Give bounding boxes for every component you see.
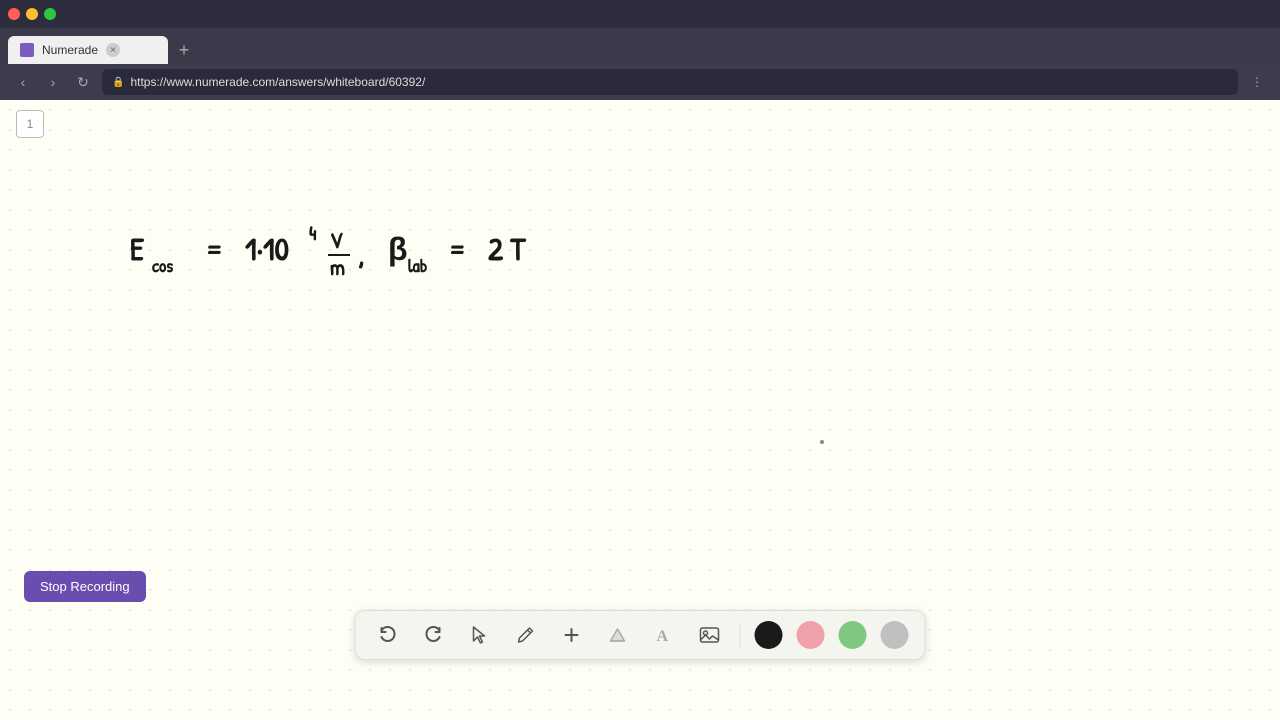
select-tool-button[interactable] bbox=[464, 619, 496, 651]
redo-button[interactable] bbox=[418, 619, 450, 651]
undo-button[interactable] bbox=[372, 619, 404, 651]
svg-text:m: m bbox=[330, 252, 345, 282]
address-bar[interactable]: 🔒 https://www.numerade.com/answers/white… bbox=[102, 69, 1238, 95]
url-text: https://www.numerade.com/answers/whitebo… bbox=[130, 75, 425, 89]
extensions-button[interactable]: ⋮ bbox=[1246, 71, 1268, 93]
forward-button[interactable]: › bbox=[42, 71, 64, 93]
svg-text:E: E bbox=[130, 227, 145, 270]
color-gray-button[interactable] bbox=[881, 621, 909, 649]
svg-text:lab: lab bbox=[408, 253, 428, 278]
pen-tool-button[interactable] bbox=[510, 619, 542, 651]
svg-text:β: β bbox=[388, 227, 408, 270]
back-button[interactable]: ‹ bbox=[12, 71, 34, 93]
math-equation: E cos = 1·10 4 V m , β lab = 2 T bbox=[130, 210, 650, 290]
plus-icon bbox=[562, 625, 582, 645]
svg-text:=: = bbox=[448, 227, 466, 270]
color-green-button[interactable] bbox=[839, 621, 867, 649]
color-pink-button[interactable] bbox=[797, 621, 825, 649]
svg-text:2 T: 2 T bbox=[488, 227, 526, 270]
browser-chrome: Numerade × + ‹ › ↻ 🔒 https://www.numerad… bbox=[0, 0, 1280, 100]
math-content: E cos = 1·10 4 V m , β lab = 2 T bbox=[130, 210, 650, 295]
text-tool-button[interactable]: A bbox=[648, 619, 680, 651]
toolbar: A bbox=[355, 610, 926, 660]
page-number: 1 bbox=[16, 110, 44, 138]
svg-text:A: A bbox=[657, 628, 669, 645]
add-button[interactable] bbox=[556, 619, 588, 651]
traffic-light-minimize[interactable] bbox=[26, 8, 38, 20]
svg-text:V: V bbox=[330, 225, 343, 255]
text-icon: A bbox=[654, 625, 674, 645]
title-bar bbox=[0, 0, 1280, 28]
eraser-icon bbox=[608, 625, 628, 645]
nav-actions: ⋮ bbox=[1246, 71, 1268, 93]
undo-icon bbox=[378, 625, 398, 645]
select-icon bbox=[471, 625, 489, 645]
svg-text:4: 4 bbox=[309, 220, 317, 247]
svg-text:,: , bbox=[358, 232, 364, 275]
cursor-dot bbox=[820, 440, 824, 444]
tab-close-button[interactable]: × bbox=[106, 43, 120, 57]
image-icon bbox=[699, 625, 721, 645]
lock-icon: 🔒 bbox=[112, 77, 124, 88]
svg-text:=: = bbox=[205, 227, 223, 270]
refresh-button[interactable]: ↻ bbox=[72, 71, 94, 93]
color-black-button[interactable] bbox=[755, 621, 783, 649]
tab-bar: Numerade × + bbox=[0, 28, 1280, 64]
stop-recording-button[interactable]: Stop Recording bbox=[24, 571, 146, 602]
new-tab-button[interactable]: + bbox=[170, 36, 198, 64]
traffic-light-close[interactable] bbox=[8, 8, 20, 20]
eraser-button[interactable] bbox=[602, 619, 634, 651]
tab-title: Numerade bbox=[42, 43, 98, 57]
image-button[interactable] bbox=[694, 619, 726, 651]
active-tab[interactable]: Numerade × bbox=[8, 36, 168, 64]
redo-icon bbox=[424, 625, 444, 645]
whiteboard[interactable]: 1 E cos = 1·10 4 V m , β lab = 2 T bbox=[0, 100, 1280, 720]
pen-icon bbox=[516, 625, 536, 645]
tab-favicon bbox=[20, 43, 34, 57]
nav-bar: ‹ › ↻ 🔒 https://www.numerade.com/answers… bbox=[0, 64, 1280, 100]
toolbar-divider bbox=[740, 623, 741, 647]
svg-text:cos: cos bbox=[152, 253, 173, 278]
svg-text:1·10: 1·10 bbox=[245, 227, 289, 270]
traffic-light-fullscreen[interactable] bbox=[44, 8, 56, 20]
